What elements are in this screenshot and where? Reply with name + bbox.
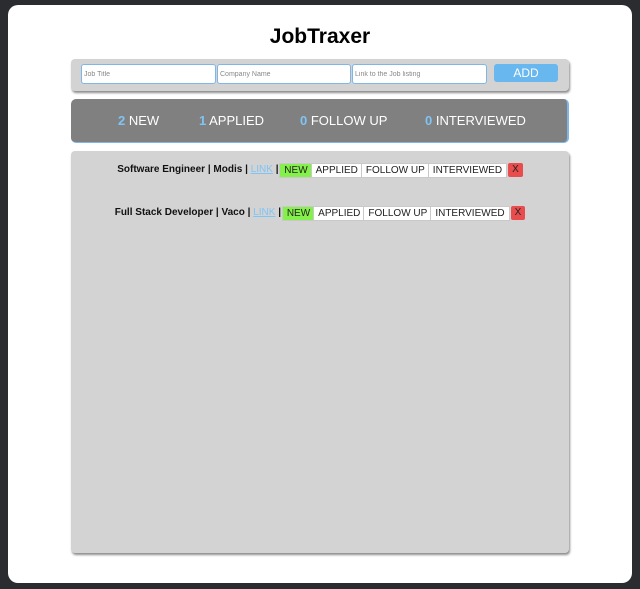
stat-new: 2 NEW [118, 113, 159, 128]
job-title: Full Stack Developer [114, 207, 214, 218]
stat-new-count: 2 [118, 113, 126, 128]
job-link[interactable]: LINK [251, 164, 273, 175]
status-interviewed-button[interactable]: INTERVIEWED [427, 163, 508, 178]
job-company: Modis [213, 164, 243, 175]
stat-follow-up: 0 FOLLOW UP [300, 113, 387, 128]
stat-applied-label: APPLIED [209, 113, 265, 128]
separator: | [207, 164, 211, 175]
job-row: Full Stack Developer | Vaco | LINK | NEW… [71, 206, 569, 221]
job-company: Vaco [221, 207, 245, 218]
delete-job-button[interactable]: X [510, 206, 526, 220]
status-summary-bar: 2 NEW 1 APPLIED 0 FOLLOW UP 0 INTERVIEWE… [71, 99, 569, 143]
status-follow-up-button[interactable]: FOLLOW UP [360, 163, 430, 178]
stat-follow-up-label: FOLLOW UP [310, 113, 388, 128]
app-window: JobTraxer ADD 2 NEW 1 APPLIED 0 FOLLOW U… [8, 5, 632, 583]
separator: | [275, 164, 279, 175]
job-title-input[interactable] [81, 64, 216, 84]
stat-applied-count: 1 [199, 113, 207, 128]
stat-interviewed-label: INTERVIEWED [435, 113, 526, 128]
job-row: Software Engineer | Modis | LINK | NEW AP… [71, 163, 569, 178]
stat-interviewed-count: 0 [425, 113, 433, 128]
status-follow-up-button[interactable]: FOLLOW UP [363, 206, 433, 221]
status-new-button[interactable]: NEW [281, 206, 316, 221]
status-applied-button[interactable]: APPLIED [313, 206, 366, 221]
stat-interviewed: 0 INTERVIEWED [425, 113, 526, 128]
page-title: JobTraxer [269, 25, 371, 48]
stat-new-label: NEW [128, 113, 160, 128]
add-button[interactable]: ADD [494, 64, 558, 82]
delete-job-button[interactable]: X [508, 163, 523, 177]
add-job-form: ADD [71, 59, 569, 91]
separator: | [278, 207, 282, 218]
stat-applied: 1 APPLIED [199, 113, 264, 128]
status-new-button[interactable]: NEW [279, 163, 313, 178]
company-name-input[interactable] [217, 64, 351, 84]
separator: | [245, 164, 248, 175]
separator: | [247, 207, 251, 218]
separator: | [215, 207, 219, 218]
job-title: Software Engineer [117, 164, 206, 175]
job-list: Software Engineer | Modis | LINK | NEW AP… [71, 151, 569, 553]
stat-follow-up-count: 0 [300, 113, 308, 128]
job-link-input[interactable] [352, 64, 487, 84]
job-link[interactable]: LINK [253, 207, 275, 218]
status-interviewed-button[interactable]: INTERVIEWED [430, 206, 510, 221]
status-applied-button[interactable]: APPLIED [310, 163, 363, 178]
